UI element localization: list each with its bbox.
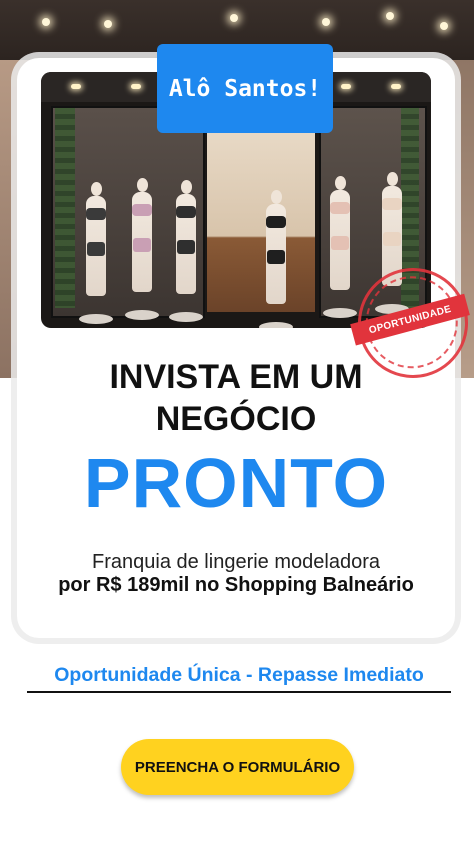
hanging-plants: [55, 108, 75, 308]
shop-lamp: [131, 84, 141, 89]
tagline-underline: [27, 691, 451, 693]
ceiling-light: [104, 20, 112, 28]
mannequin: [79, 182, 113, 328]
description-line-2: por R$ 189mil no Shopping Balneário: [58, 574, 414, 596]
ceiling-light: [386, 12, 394, 20]
ceiling-light: [42, 18, 50, 26]
shop-lamp: [341, 84, 351, 89]
headline: INVISTA EM UM NEGÓCIO: [17, 356, 455, 440]
ceiling-light: [230, 14, 238, 22]
mannequin: [125, 178, 159, 328]
shop-interior: [207, 122, 315, 312]
tagline: Oportunidade Única - Repasse Imediato: [54, 664, 424, 686]
location-badge: Alô Santos!: [157, 44, 333, 133]
shop-lamp: [391, 84, 401, 89]
mannequin: [169, 180, 203, 328]
headline-highlight: PRONTO: [83, 444, 389, 522]
mannequin: [259, 190, 293, 328]
description-line-1: Franquia de lingerie modeladora: [92, 551, 380, 573]
headline-line-2: NEGÓCIO: [155, 400, 317, 438]
shop-lamp: [71, 84, 81, 89]
mannequin: [323, 176, 357, 326]
headline-line-1: INVISTA EM UM: [109, 358, 363, 396]
fill-form-button[interactable]: PREENCHA O FORMULÁRIO: [121, 739, 354, 795]
ceiling-light: [440, 22, 448, 30]
ceiling-light: [322, 18, 330, 26]
